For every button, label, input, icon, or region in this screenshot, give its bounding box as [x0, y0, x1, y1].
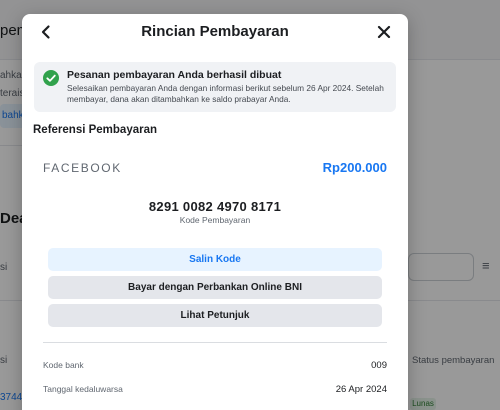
expiry-date-label: Tanggal kedaluwarsa: [43, 384, 123, 394]
close-icon: [377, 25, 391, 39]
notice-title: Pesanan pembayaran Anda berhasil dibuat: [67, 69, 282, 81]
pay-online-bni-button[interactable]: Bayar dengan Perbankan Online BNI: [48, 276, 382, 299]
modal-header: Rincian Pembayaran: [22, 14, 408, 52]
payment-code-label: Kode Pembayaran: [179, 215, 251, 225]
payment-amount: Rp200.000: [322, 160, 387, 175]
back-button[interactable]: [36, 22, 56, 42]
check-circle-icon: [43, 70, 59, 86]
bank-code-value: 009: [371, 360, 387, 371]
view-instructions-button[interactable]: Lihat Petunjuk: [48, 304, 382, 327]
payment-details-modal: Rincian Pembayaran Pesanan pembayaran An…: [22, 14, 408, 410]
payment-code: 8291 0082 4970 8171: [148, 199, 282, 214]
success-notice: Pesanan pembayaran Anda berhasil dibuat …: [34, 62, 396, 112]
modal-title: Rincian Pembayaran: [141, 23, 289, 40]
expiry-date-value: 26 Apr 2024: [335, 384, 387, 395]
close-button[interactable]: [374, 22, 394, 42]
bank-code-label: Kode bank: [43, 360, 84, 370]
notice-body: Selesaikan pembayaran Anda dengan inform…: [67, 83, 384, 104]
chevron-left-icon: [41, 25, 50, 39]
payment-reference-heading: Referensi Pembayaran: [33, 124, 158, 136]
details-divider: [43, 342, 387, 343]
copy-code-button[interactable]: Salin Kode: [48, 248, 382, 271]
merchant-name: FACEBOOK: [43, 161, 122, 175]
